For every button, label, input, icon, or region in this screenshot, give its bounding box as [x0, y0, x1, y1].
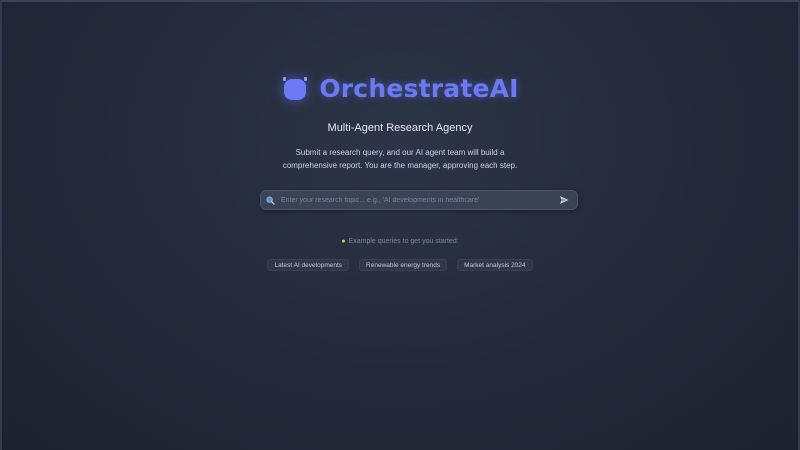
brand-header: OrchestrateAI: [0, 74, 800, 103]
example-chip-ai-developments[interactable]: Latest AI developments: [267, 259, 350, 271]
example-chip-market-analysis[interactable]: Market analysis 2024: [457, 259, 533, 271]
examples-hint: ● Example queries to get you started:: [0, 238, 800, 245]
page-description: Submit a research query, and our AI agen…: [282, 148, 518, 170]
search-input[interactable]: [281, 192, 557, 208]
search-bar: [260, 190, 578, 210]
example-chip-renewable-energy[interactable]: Renewable energy trends: [359, 259, 448, 271]
robot-head-icon: [283, 76, 308, 100]
window-left-border: [0, 0, 2, 450]
page-subtitle: Multi-Agent Research Agency: [327, 122, 473, 134]
send-arrow-icon: [560, 196, 569, 204]
window-top-border: [0, 0, 800, 2]
examples-hint-text: Example queries to get you started:: [348, 238, 459, 245]
search-icon: [266, 195, 275, 205]
brand-name: OrchestrateAI: [319, 74, 519, 103]
example-queries: Latest AI developments Renewable energy …: [0, 259, 800, 271]
lightbulb-icon: ●: [341, 238, 346, 245]
send-button[interactable]: [557, 193, 571, 207]
